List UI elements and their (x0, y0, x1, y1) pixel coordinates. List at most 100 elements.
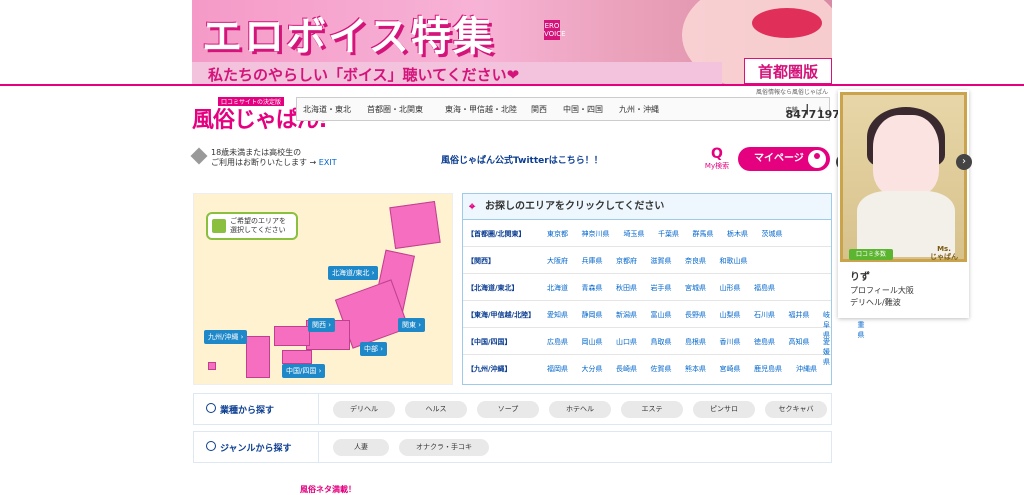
prefecture-link[interactable]: 福島県 (754, 283, 775, 293)
age-notice-line1: 18歳未満または高校生の (211, 148, 302, 157)
divider (318, 432, 319, 462)
girl-face (873, 115, 939, 195)
prefecture-link[interactable]: 愛知県 (547, 310, 568, 320)
prefecture-link[interactable]: 山口県 (616, 337, 637, 347)
area-nav-link-tokai[interactable]: 東海・甲信越・北陸 (445, 104, 517, 115)
banner-headline: エロボイス特集 (202, 14, 495, 60)
prefecture-link[interactable]: 栃木県 (727, 229, 748, 239)
map-region-okinawa-shape[interactable] (208, 362, 216, 370)
industry-chip[interactable]: ピンサロ (693, 401, 755, 418)
area-row-name[interactable]: 【九州/沖縄】 (467, 364, 512, 374)
industry-chip[interactable]: デリヘル (333, 401, 395, 418)
exit-link[interactable]: EXIT (319, 158, 337, 167)
area-row-name[interactable]: 【東海/甲信越/北陸】 (467, 310, 535, 320)
industry-chip[interactable]: ソープ (477, 401, 539, 418)
prefecture-link[interactable]: 沖縄県 (796, 364, 817, 374)
prefecture-link[interactable]: 青森県 (582, 283, 603, 293)
area-nav-link-kansai[interactable]: 関西 (531, 104, 547, 115)
prefecture-link[interactable]: 山梨県 (720, 310, 741, 320)
area-nav-link-chugoku[interactable]: 中国・四国 (563, 104, 603, 115)
genre-chip[interactable]: オナクラ・手コキ (399, 439, 489, 456)
prefecture-link[interactable]: 神奈川県 (582, 229, 610, 239)
prefecture-link[interactable]: 鹿児島県 (754, 364, 782, 374)
prefecture-link[interactable]: 岡山県 (582, 337, 603, 347)
prefecture-link[interactable]: 鳥取県 (651, 337, 672, 347)
banner-ero-badge: ERO VOICE (544, 20, 566, 40)
prefecture-link[interactable]: 京都府 (616, 256, 637, 266)
review-badge: 口コミ多数 (849, 249, 893, 260)
carousel-next-button[interactable]: › (956, 154, 972, 170)
area-row: 【北海道/東北】 北海道 青森県 秋田県 岩手県 宮城県 山形県 福島県 (463, 274, 831, 301)
map-region-hokkaido-shape[interactable] (389, 201, 441, 249)
map-region-chugoku-shape[interactable] (274, 326, 310, 346)
map-label-kyushu-okinawa[interactable]: 九州/沖縄 (204, 330, 248, 344)
prefecture-link[interactable]: 奈良県 (685, 256, 706, 266)
prefecture-link[interactable]: 東京都 (547, 229, 568, 239)
area-list-title: お探しのエリアをクリックしてください (463, 194, 831, 220)
prefecture-link[interactable]: 島根県 (685, 337, 706, 347)
industry-chip[interactable]: ヘルス (405, 401, 467, 418)
industry-chip[interactable]: エステ (621, 401, 683, 418)
map-label-kansai[interactable]: 関西 (308, 318, 336, 332)
mypage-button[interactable]: マイページ (738, 147, 830, 171)
prefecture-link[interactable]: 熊本県 (685, 364, 706, 374)
prefecture-link[interactable]: 和歌山県 (720, 256, 748, 266)
banner-region-label: 首都圏版 (744, 58, 832, 84)
prefecture-link[interactable]: 北海道 (547, 283, 568, 293)
map-label-kanto[interactable]: 関東 (398, 318, 426, 332)
featured-girl-card[interactable]: 口コミ多数 Ms. じゃぱん りず プロフィール大阪 デリヘル/難波 (838, 90, 969, 318)
prefecture-link[interactable]: 岩手県 (651, 283, 672, 293)
area-nav-link-shutoken[interactable]: 首都圏・北関東 (367, 104, 423, 115)
area-nav-link-kyushu[interactable]: 九州・沖縄 (619, 104, 659, 115)
my-search-button[interactable]: Q My検索 (702, 147, 732, 171)
map-label-hokkaido-tohoku[interactable]: 北海道/東北 (328, 266, 379, 280)
area-row-name[interactable]: 【首都圏/北関東】 (467, 229, 526, 239)
map-region-kyushu-shape[interactable] (246, 336, 270, 378)
map-region-shikoku-shape[interactable] (282, 350, 312, 364)
prefecture-link[interactable]: 静岡県 (582, 310, 603, 320)
banner-lips-image (752, 8, 822, 38)
prefecture-link[interactable]: 高知県 (789, 337, 810, 347)
prefecture-link[interactable]: 群馬県 (693, 229, 714, 239)
prefecture-link[interactable]: 宮城県 (685, 283, 706, 293)
prefecture-link[interactable]: 大分県 (582, 364, 603, 374)
area-nav-link-hokkaido[interactable]: 北海道・東北 (303, 104, 351, 115)
prefecture-link[interactable]: 埼玉県 (624, 229, 645, 239)
girl-shop: プロフィール大阪 (850, 286, 914, 295)
prefecture-link[interactable]: 佐賀県 (651, 364, 672, 374)
prefecture-link[interactable]: 秋田県 (616, 283, 637, 293)
prefecture-link[interactable]: 千葉県 (658, 229, 679, 239)
prefecture-link[interactable]: 茨城県 (762, 229, 783, 239)
map-label-chugoku-shikoku[interactable]: 中国/四国 (282, 364, 326, 378)
industry-chip[interactable]: ホテヘル (549, 401, 611, 418)
site-tagline: 風俗情報なら風俗じゃぱん (755, 89, 828, 96)
prefecture-link[interactable]: 兵庫県 (582, 256, 603, 266)
area-row: 【首都圏/北関東】 東京都 神奈川県 埼玉県 千葉県 群馬県 栃木県 茨城県 (463, 220, 831, 247)
prefecture-link[interactable]: 長野県 (685, 310, 706, 320)
prefecture-link[interactable]: 長崎県 (616, 364, 637, 374)
prefecture-link[interactable]: 福井県 (789, 310, 810, 320)
twitter-link[interactable]: 風俗じゃぱん公式Twitterはこちら！！ (441, 153, 603, 166)
ms-badge-line1: Ms. (937, 245, 951, 253)
prefecture-link[interactable]: 滋賀県 (651, 256, 672, 266)
prefecture-link[interactable]: 徳島県 (754, 337, 775, 347)
prefecture-link[interactable]: 広島県 (547, 337, 568, 347)
area-row: 【中国/四国】 広島県 岡山県 山口県 鳥取県 島根県 香川県 徳島県 高知県 愛媛県 (463, 328, 831, 366)
prefecture-link[interactable]: 富山県 (651, 310, 672, 320)
genre-chip[interactable]: 人妻 (333, 439, 389, 456)
map-label-chubu[interactable]: 中部 (360, 342, 388, 356)
area-row-name[interactable]: 【中国/四国】 (467, 337, 512, 347)
area-row-name[interactable]: 【北海道/東北】 (467, 283, 519, 293)
top-banner[interactable]: エロボイス特集 ERO VOICE 私たちのやらしい「ボイス」聴いてください❤ … (192, 0, 832, 84)
prefecture-link[interactable]: 福岡県 (547, 364, 568, 374)
prefecture-link[interactable]: 宮崎県 (720, 364, 741, 374)
area-row-name[interactable]: 【関西】 (467, 256, 495, 266)
prefecture-link[interactable]: 新潟県 (616, 310, 637, 320)
prefecture-link[interactable]: 大阪府 (547, 256, 568, 266)
industry-chip[interactable]: セクキャバ (765, 401, 827, 418)
age-notice: 18歳未満または高校生の ご利用はお断りいたします → EXIT (190, 147, 337, 168)
prefecture-link[interactable]: 香川県 (720, 337, 741, 347)
prefecture-link[interactable]: 山形県 (720, 283, 741, 293)
prefecture-link[interactable]: 石川県 (754, 310, 775, 320)
girl-area: デリヘル/難波 (850, 298, 901, 307)
